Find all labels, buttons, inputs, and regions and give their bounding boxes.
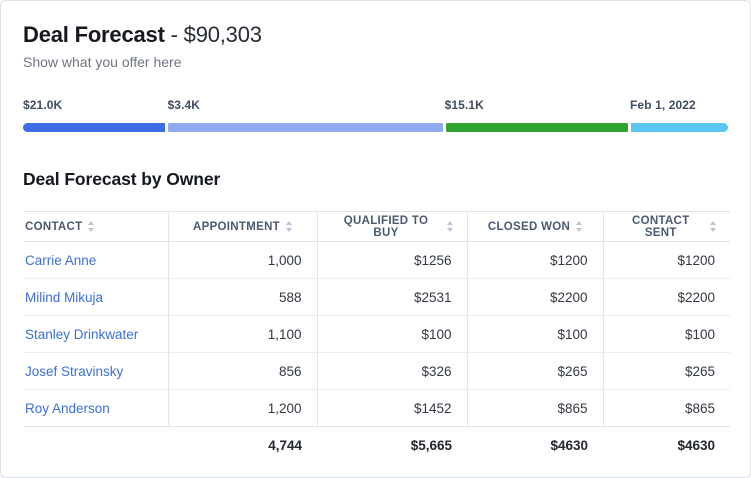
contact-link[interactable]: Carrie Anne xyxy=(25,253,96,268)
appointment-cell: 588 xyxy=(168,279,317,316)
progress-label-0: $21.0K xyxy=(23,98,62,112)
table-header-row: CONTACT APPOINTMENT QUALIFIED TO BUY CLO… xyxy=(23,212,730,242)
contact-sent-cell: $1200 xyxy=(603,242,730,279)
closed-won-cell: $865 xyxy=(467,390,603,427)
page-subtitle: Show what you offer here xyxy=(23,53,728,72)
table-totals-row: 4,744 $5,665 $4630 $4630 xyxy=(23,427,730,464)
contact-cell: Milind Mikuja xyxy=(23,279,168,316)
contact-link[interactable]: Josef Stravinsky xyxy=(25,364,123,379)
closed-won-cell: $265 xyxy=(467,353,603,390)
column-header-label: CONTACT SENT xyxy=(618,215,705,239)
qualified-to-buy-cell: $326 xyxy=(317,353,467,390)
table-row: Stanley Drinkwater 1,100 $100 $100 $100 xyxy=(23,316,730,353)
column-header-label: QUALIFIED TO BUY xyxy=(332,215,441,239)
sort-icon[interactable] xyxy=(710,221,716,232)
progress-segment-2 xyxy=(446,123,629,132)
progress-label-3: Feb 1, 2022 xyxy=(630,98,696,112)
contact-sent-cell: $100 xyxy=(603,316,730,353)
column-header-label: CLOSED WON xyxy=(488,221,570,233)
deal-forecast-table: CONTACT APPOINTMENT QUALIFIED TO BUY CLO… xyxy=(23,211,730,464)
progress-segment-1 xyxy=(168,123,443,132)
progress-bar-track xyxy=(23,123,728,132)
appointment-cell: 1,000 xyxy=(168,242,317,279)
page-title: Deal Forecast - $90,303 xyxy=(23,21,728,48)
contact-cell: Stanley Drinkwater xyxy=(23,316,168,353)
contact-link[interactable]: Stanley Drinkwater xyxy=(25,327,138,342)
deal-forecast-card: Deal Forecast - $90,303 Show what you of… xyxy=(0,0,751,478)
progress-bar-labels: $21.0K $3.4K $15.1K Feb 1, 2022 xyxy=(23,98,728,114)
closed-won-cell: $100 xyxy=(467,316,603,353)
table-row: Josef Stravinsky 856 $326 $265 $265 xyxy=(23,353,730,390)
page-title-main: Deal Forecast xyxy=(23,22,165,47)
contact-sent-cell: $2200 xyxy=(603,279,730,316)
contact-cell: Josef Stravinsky xyxy=(23,353,168,390)
table-row: Carrie Anne 1,000 $1256 $1200 $1200 xyxy=(23,242,730,279)
contact-cell: Carrie Anne xyxy=(23,242,168,279)
qualified-to-buy-cell: $100 xyxy=(317,316,467,353)
sort-icon[interactable] xyxy=(447,221,453,232)
totals-qualified-to-buy: $5,665 xyxy=(317,427,467,464)
appointment-cell: 856 xyxy=(168,353,317,390)
progress-label-1: $3.4K xyxy=(168,98,201,112)
appointment-cell: 1,200 xyxy=(168,390,317,427)
qualified-to-buy-cell: $1452 xyxy=(317,390,467,427)
contact-sent-cell: $265 xyxy=(603,353,730,390)
column-header-label: CONTACT xyxy=(25,221,82,233)
sort-icon[interactable] xyxy=(88,221,94,232)
contact-link[interactable]: Milind Mikuja xyxy=(25,290,103,305)
forecast-progress-bar: $21.0K $3.4K $15.1K Feb 1, 2022 xyxy=(23,98,728,138)
totals-contact-sent: $4630 xyxy=(603,427,730,464)
contact-sent-cell: $865 xyxy=(603,390,730,427)
progress-segment-3 xyxy=(631,123,728,132)
closed-won-cell: $1200 xyxy=(467,242,603,279)
qualified-to-buy-cell: $2531 xyxy=(317,279,467,316)
totals-appointment: 4,744 xyxy=(168,427,317,464)
column-header-label: APPOINTMENT xyxy=(193,221,280,233)
column-header-qualified-to-buy[interactable]: QUALIFIED TO BUY xyxy=(317,212,467,242)
progress-segment-0 xyxy=(23,123,165,132)
column-header-contact-sent[interactable]: CONTACT SENT xyxy=(603,212,730,242)
column-header-appointment[interactable]: APPOINTMENT xyxy=(168,212,317,242)
appointment-cell: 1,100 xyxy=(168,316,317,353)
table-row: Roy Anderson 1,200 $1452 $865 $865 xyxy=(23,390,730,427)
totals-empty-cell xyxy=(23,427,168,464)
contact-cell: Roy Anderson xyxy=(23,390,168,427)
qualified-to-buy-cell: $1256 xyxy=(317,242,467,279)
contact-link[interactable]: Roy Anderson xyxy=(25,401,110,416)
page-title-amount: - $90,303 xyxy=(165,22,262,47)
progress-label-2: $15.1K xyxy=(445,98,484,112)
column-header-closed-won[interactable]: CLOSED WON xyxy=(467,212,603,242)
sort-icon[interactable] xyxy=(576,221,582,232)
section-title: Deal Forecast by Owner xyxy=(23,168,728,190)
closed-won-cell: $2200 xyxy=(467,279,603,316)
totals-closed-won: $4630 xyxy=(467,427,603,464)
sort-icon[interactable] xyxy=(286,221,292,232)
table-row: Milind Mikuja 588 $2531 $2200 $2200 xyxy=(23,279,730,316)
column-header-contact[interactable]: CONTACT xyxy=(23,212,168,242)
